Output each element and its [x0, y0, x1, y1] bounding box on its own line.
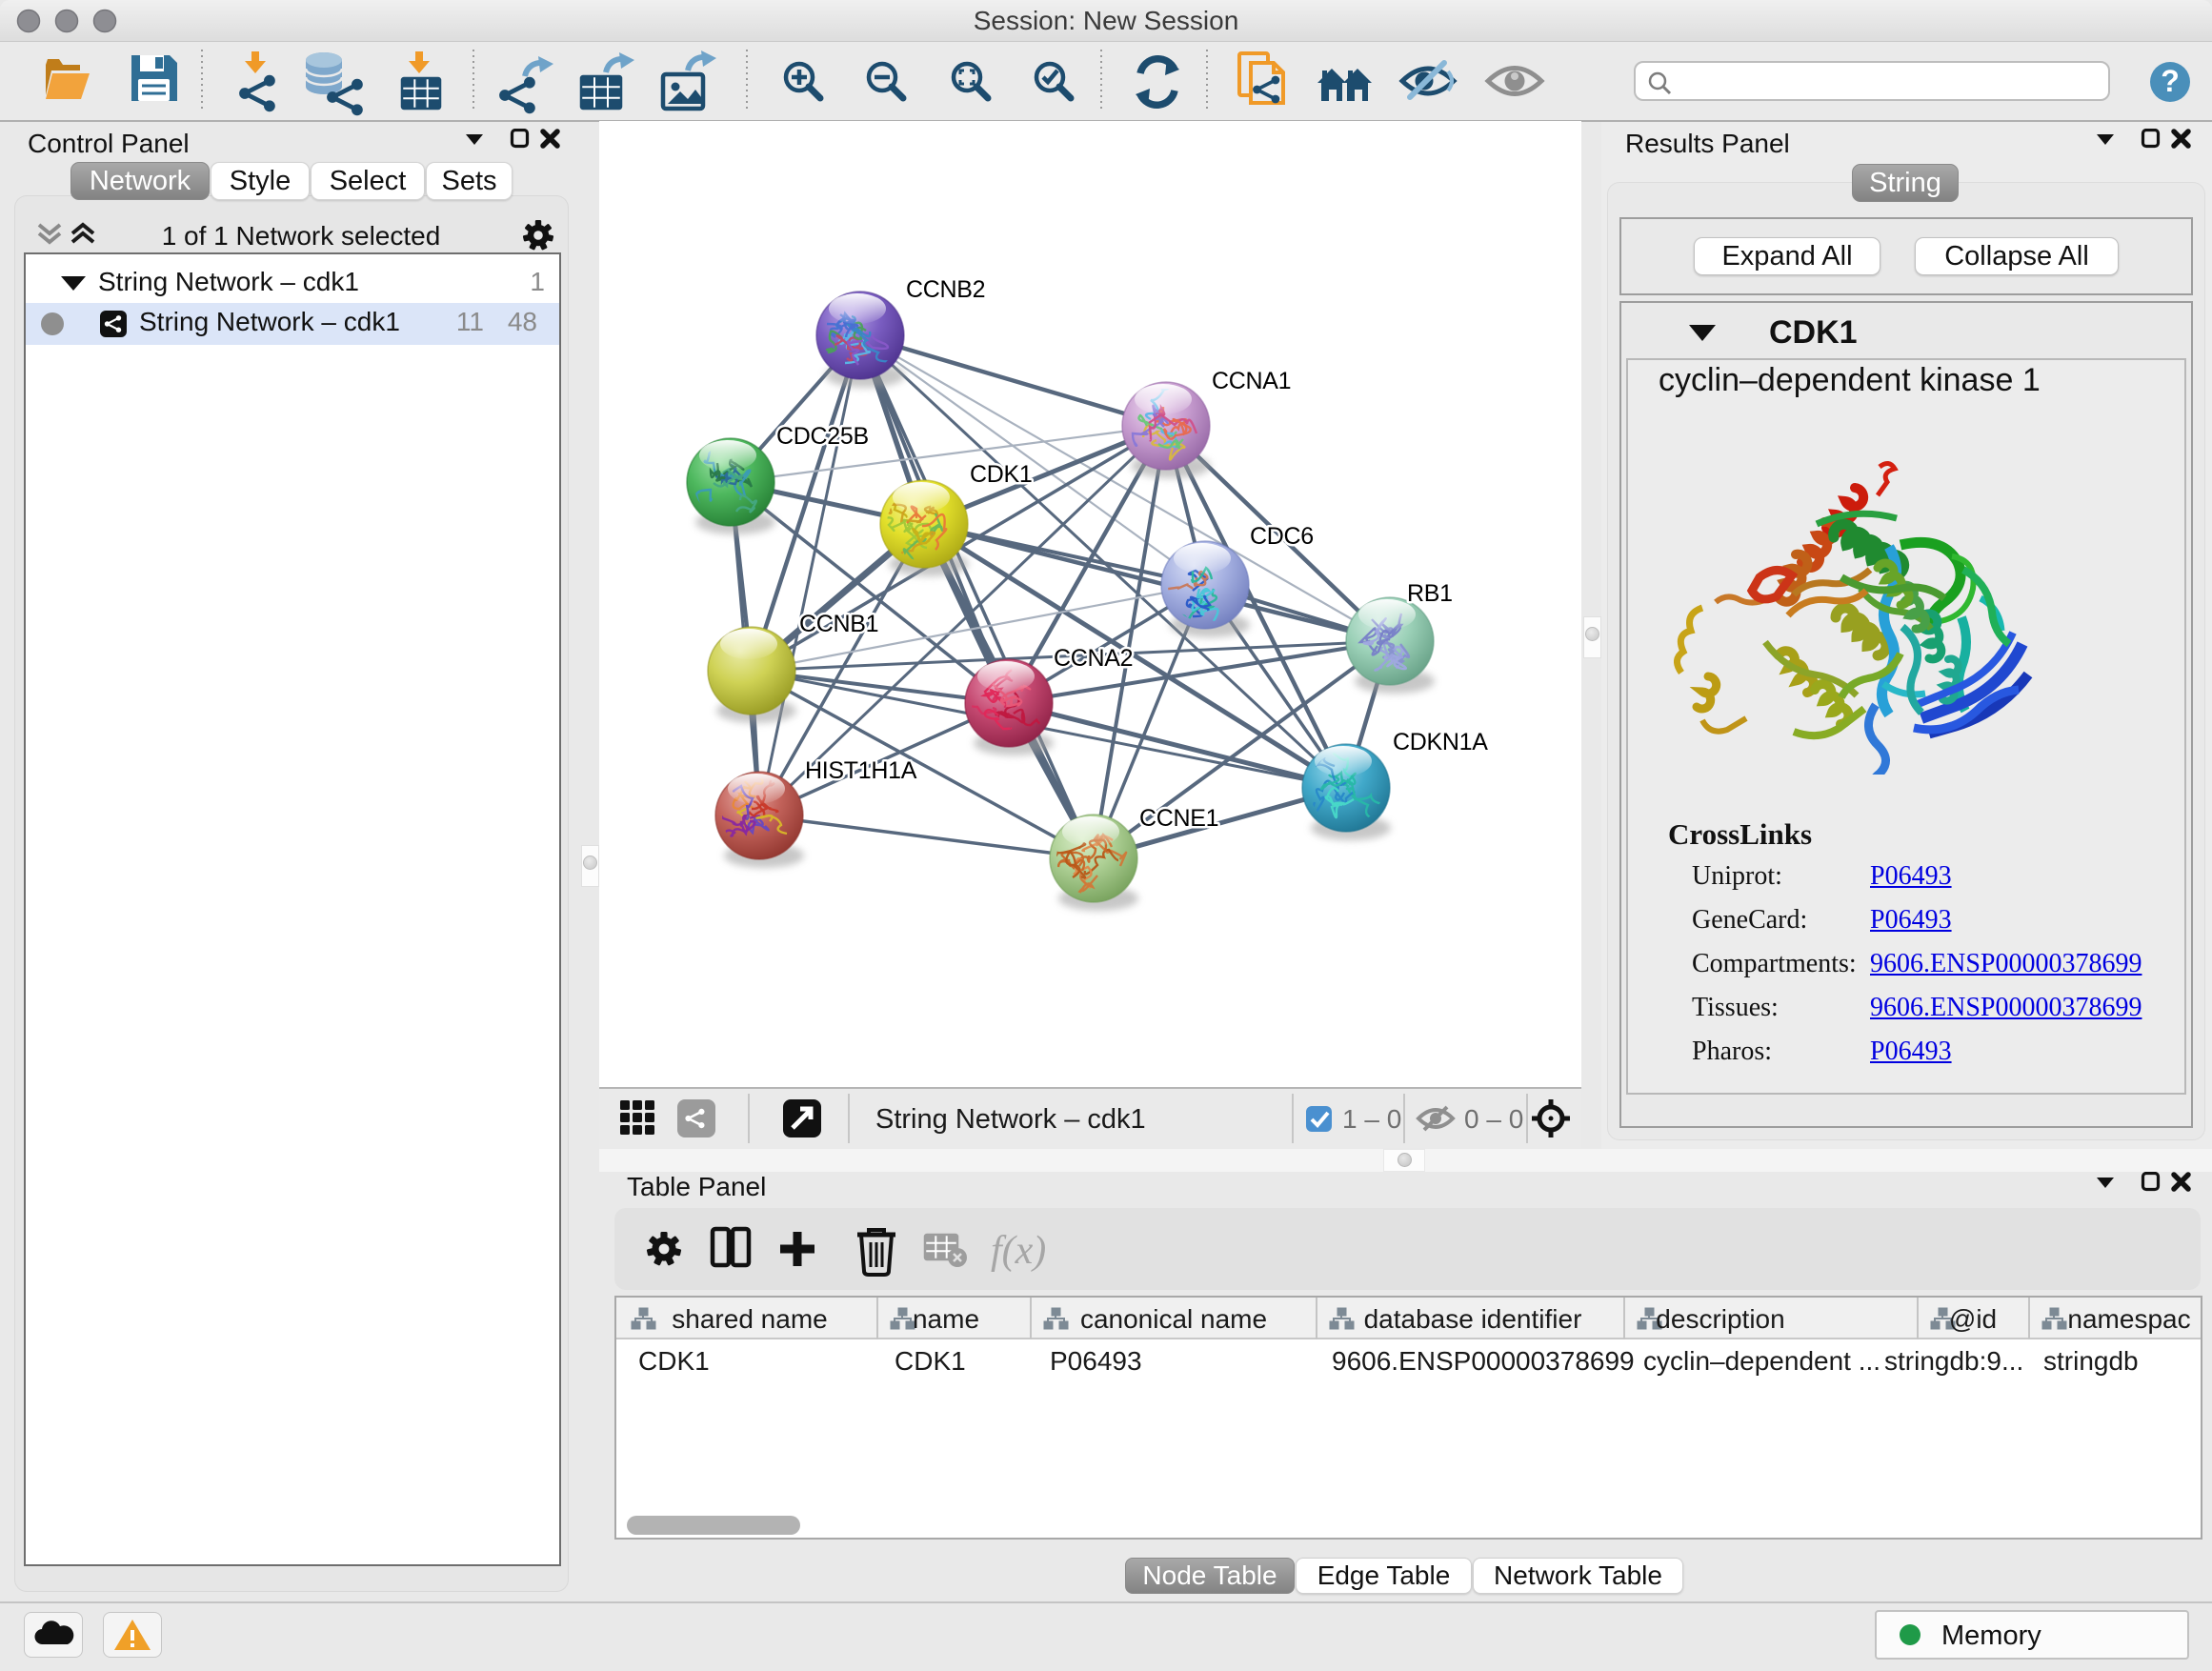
svg-text:CCNB2: CCNB2: [906, 276, 985, 303]
svg-text:namespac: namespac: [2067, 1304, 2190, 1334]
svg-text:?: ?: [2161, 64, 2180, 98]
svg-text:0 – 0: 0 – 0: [1464, 1104, 1523, 1134]
svg-text:1 – 0: 1 – 0: [1342, 1104, 1401, 1134]
svg-text:name: name: [913, 1304, 979, 1334]
svg-text:String Network – cdk1: String Network – cdk1: [875, 1104, 1146, 1135]
svg-text:canonical name: canonical name: [1080, 1304, 1267, 1334]
svg-text:CDK1: CDK1: [970, 461, 1033, 488]
svg-text:@id: @id: [1949, 1304, 1997, 1334]
svg-text:CCNB1: CCNB1: [799, 611, 878, 637]
svg-text:CCNE1: CCNE1: [1139, 805, 1218, 832]
svg-text:description: description: [1656, 1304, 1784, 1334]
svg-text:HIST1H1A: HIST1H1A: [805, 757, 917, 784]
svg-text:CCNA2: CCNA2: [1054, 645, 1133, 672]
svg-text:CDKN1A: CDKN1A: [1393, 729, 1488, 755]
svg-text:database identifier: database identifier: [1364, 1304, 1582, 1334]
svg-text:RB1: RB1: [1407, 580, 1453, 607]
svg-text:CCNA1: CCNA1: [1212, 368, 1291, 394]
svg-text:f(x): f(x): [991, 1229, 1046, 1273]
svg-text:shared name: shared name: [672, 1304, 827, 1334]
svg-text:CDC25B: CDC25B: [776, 423, 869, 450]
svg-text:CDC6: CDC6: [1250, 523, 1314, 550]
